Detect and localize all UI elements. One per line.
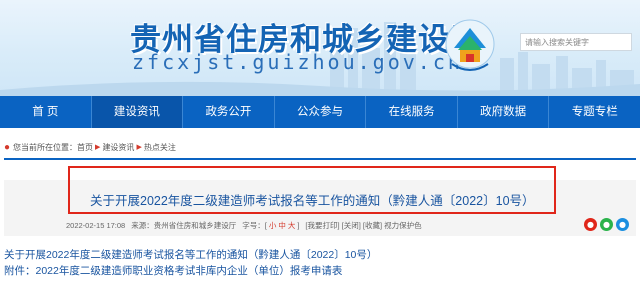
weibo-icon[interactable]: ● bbox=[584, 218, 597, 231]
breadcrumb-item-news[interactable]: 建设资讯 bbox=[102, 142, 134, 153]
breadcrumb-separator-icon: ▶ bbox=[136, 144, 142, 151]
article-meta: 2022-02-15 17:08 来源：贵州省住房和城乡建设厅 字号：[ 小 中… bbox=[66, 220, 424, 231]
qq-icon[interactable]: ● bbox=[616, 218, 629, 231]
breadcrumb-item-home[interactable]: 首页 bbox=[77, 142, 93, 153]
article-date: 2022-02-15 17:08 bbox=[66, 221, 126, 230]
nav-item-online-services[interactable]: 在线服务 bbox=[366, 96, 457, 128]
search-input[interactable]: 请输入搜索关键字 bbox=[520, 33, 632, 51]
content-divider bbox=[4, 158, 636, 160]
nav-item-construction-news[interactable]: 建设资讯 bbox=[91, 96, 183, 128]
nav-item-government-affairs[interactable]: 政务公开 bbox=[183, 96, 274, 128]
department-logo-icon bbox=[445, 19, 495, 71]
location-pin-icon: ● bbox=[4, 141, 11, 153]
article-body-link[interactable]: 关于开展2022年度二级建造师考试报名等工作的通知（黔建人通〔2022〕10号） bbox=[4, 247, 377, 262]
breadcrumb-item-hot-topics[interactable]: 热点关注 bbox=[144, 142, 176, 153]
font-size-close: ] bbox=[297, 221, 300, 230]
main-nav: 首 页 建设资讯 政务公开 公众参与 在线服务 政府数据 专题专栏 bbox=[0, 96, 640, 128]
breadcrumb-separator-icon: ▶ bbox=[95, 144, 101, 151]
nav-item-special-columns[interactable]: 专题专栏 bbox=[549, 96, 640, 128]
share-buttons: ● ● ● bbox=[584, 218, 629, 231]
font-size-label: 字号：[ bbox=[242, 221, 267, 230]
breadcrumb: ● 您当前所在位置： 首页 ▶ 建设资讯 ▶ 热点关注 bbox=[4, 140, 176, 154]
title-highlight-frame bbox=[68, 166, 556, 214]
attachment-link[interactable]: 附件：2022年度二级建造师职业资格考试非库内企业（单位）报考申请表 bbox=[4, 263, 342, 278]
nav-item-government-data[interactable]: 政府数据 bbox=[458, 96, 549, 128]
breadcrumb-prefix: 您当前所在位置： bbox=[13, 142, 78, 152]
wechat-icon[interactable]: ● bbox=[600, 218, 613, 231]
article-source: 来源：贵州省住房和城乡建设厅 bbox=[131, 221, 237, 230]
article-actions[interactable]: [我要打印] [关闭] [收藏] 视力保护色 bbox=[305, 220, 421, 231]
nav-item-public-participation[interactable]: 公众参与 bbox=[275, 96, 366, 128]
font-size-large[interactable]: 大 bbox=[288, 220, 296, 231]
font-size-small[interactable]: 小 bbox=[269, 220, 277, 231]
font-size-medium[interactable]: 中 bbox=[278, 220, 286, 231]
header-banner: 贵州省住房和城乡建设厅 zfcxjst.guizhou.gov.cn 请输入搜索… bbox=[0, 0, 640, 96]
site-domain: zfcxjst.guizhou.gov.cn bbox=[132, 50, 463, 74]
nav-item-home[interactable]: 首 页 bbox=[0, 96, 91, 128]
